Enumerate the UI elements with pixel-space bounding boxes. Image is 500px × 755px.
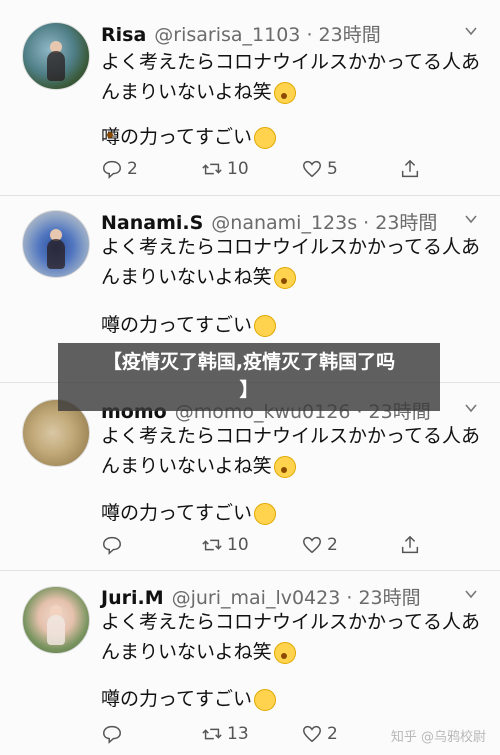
tweet-text: よく考えたらコロナウイルスかかってる人あんまりいないよね笑 — [101, 51, 481, 104]
tweet-subtext: 噂の力ってすごい — [101, 310, 277, 337]
tweet-actions: 10 2 — [101, 534, 441, 558]
reply-button[interactable] — [101, 534, 127, 556]
user-handle: @nanami_123s · 23時間 — [211, 212, 438, 234]
title-banner: 【疫情灭了韩国,疫情灭了韩国了吗 】 — [58, 343, 440, 411]
tweet-card[interactable]: Risa @risarisa_1103 · 23時間 よく考えたらコロナウイルスか… — [0, 0, 500, 196]
retweet-count: 10 — [227, 535, 249, 555]
reply-icon — [103, 725, 121, 744]
user-handle: @juri_mai_lv0423 · 23時間 — [171, 587, 421, 609]
like-count: 2 — [327, 724, 338, 744]
tweet-actions: 2 10 5 — [101, 158, 441, 182]
emoji-icon — [273, 81, 296, 104]
reply-icon — [103, 536, 121, 555]
emoji-icon — [254, 314, 277, 337]
banner-line-2: 】 — [239, 379, 259, 401]
heart-icon — [303, 160, 321, 178]
reply-button[interactable]: 2 — [101, 158, 138, 180]
retweet-icon — [202, 163, 222, 175]
tweet-header: Juri.M @juri_mai_lv0423 · 23時間 — [101, 583, 421, 610]
like-button[interactable]: 2 — [301, 723, 338, 745]
emoji-icon — [273, 266, 296, 289]
tweet-subtext: 噂の力ってすごい — [101, 122, 277, 149]
emoji-icon — [273, 641, 296, 664]
tweet-header: Nanami.S @nanami_123s · 23時間 — [101, 208, 437, 235]
retweet-button[interactable]: 10 — [201, 534, 249, 556]
heart-icon — [303, 725, 321, 743]
like-button[interactable]: 5 — [301, 158, 338, 180]
user-name[interactable]: Juri.M — [101, 587, 164, 609]
retweet-button[interactable]: 13 — [201, 723, 249, 745]
chevron-down-icon[interactable] — [464, 24, 478, 38]
emoji-icon — [273, 455, 296, 478]
tweet-header: Risa @risarisa_1103 · 23時間 — [101, 20, 381, 47]
banner-line-1: 【疫情灭了韩国,疫情灭了韩国了吗 — [102, 351, 396, 373]
avatar[interactable] — [22, 22, 90, 90]
like-count: 2 — [327, 535, 338, 555]
tweet-text: よく考えたらコロナウイルスかかってる人あんまりいないよね笑 — [101, 425, 481, 478]
like-button[interactable]: 2 — [301, 534, 338, 556]
emoji-icon — [254, 126, 277, 149]
heart-icon — [303, 536, 321, 554]
retweet-count: 10 — [227, 159, 249, 179]
watermark: 知乎 @乌鸦校尉 — [390, 730, 486, 745]
user-name[interactable]: Risa — [101, 24, 146, 46]
reply-button[interactable] — [101, 723, 127, 745]
retweet-count: 13 — [227, 724, 249, 744]
avatar[interactable] — [22, 210, 90, 278]
reply-icon — [103, 160, 121, 179]
tweet-subtext: 噂の力ってすごい — [101, 498, 277, 525]
tweet-card[interactable]: momo @momo_kwu0126 · 23時間 よく考えたらコロナウイルスかか… — [0, 383, 500, 571]
emoji-icon — [254, 502, 277, 525]
user-handle: @risarisa_1103 · 23時間 — [154, 24, 381, 46]
retweet-icon — [202, 539, 222, 551]
tweet-text: よく考えたらコロナウイルスかかってる人あんまりいないよね笑 — [101, 611, 481, 664]
emoji-icon — [254, 688, 277, 711]
like-count: 5 — [327, 159, 338, 179]
share-icon — [401, 535, 419, 554]
chevron-down-icon[interactable] — [464, 401, 478, 415]
chevron-down-icon[interactable] — [464, 212, 478, 226]
reply-count: 2 — [127, 159, 138, 179]
user-name[interactable]: Nanami.S — [101, 212, 203, 234]
tweet-text: よく考えたらコロナウイルスかかってる人あんまりいないよね笑 — [101, 236, 481, 289]
share-button[interactable] — [399, 158, 421, 180]
chevron-down-icon[interactable] — [464, 587, 478, 601]
share-icon — [401, 159, 419, 178]
retweet-icon — [202, 728, 222, 740]
share-button[interactable] — [399, 534, 421, 556]
tweet-subtext: 噂の力ってすごい — [101, 684, 277, 711]
avatar[interactable] — [22, 586, 90, 654]
retweet-button[interactable]: 10 — [201, 158, 249, 180]
